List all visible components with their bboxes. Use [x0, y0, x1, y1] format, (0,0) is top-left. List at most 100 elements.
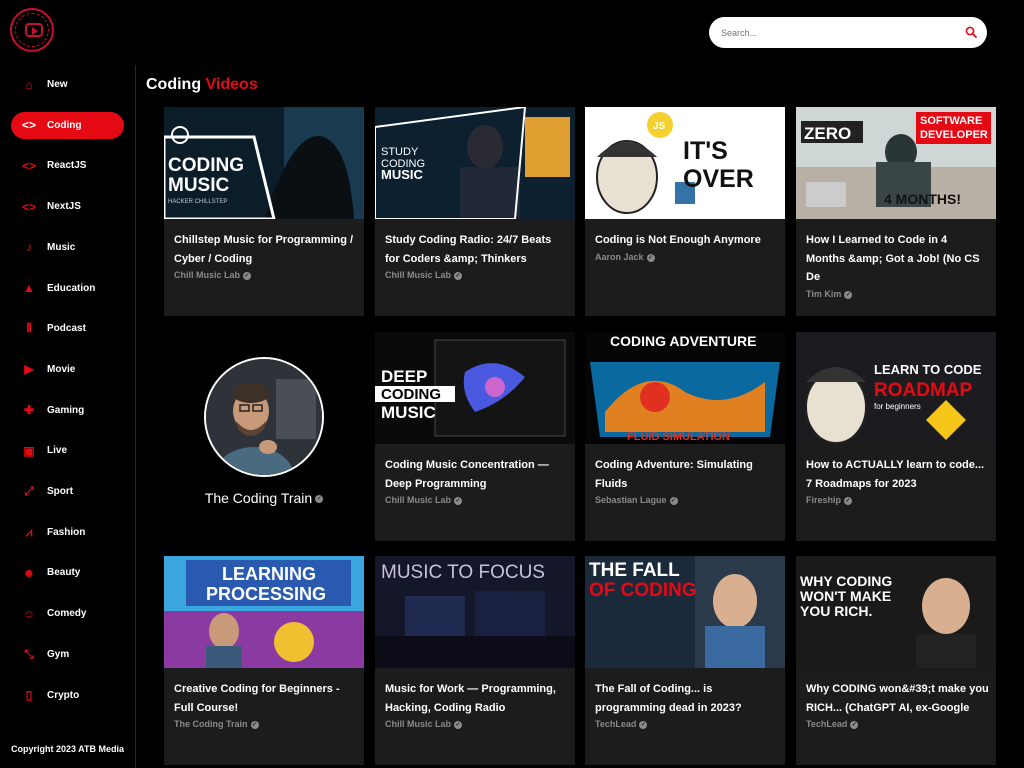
video-thumbnail[interactable]: WHY CODING WON'T MAKE YOU RICH.: [796, 556, 996, 668]
sidebar-item-sport[interactable]: ⤢ Sport: [11, 478, 124, 505]
video-title[interactable]: Coding Music Concentration — Deep Progra…: [385, 456, 568, 493]
video-card[interactable]: MUSIC TO FOCUS Music for Work — Programmi…: [375, 556, 575, 765]
video-card[interactable]: THE FALL OF CODING The Fall of Coding... …: [585, 556, 785, 765]
video-title[interactable]: How to ACTUALLY learn to code... 7 Roadm…: [806, 456, 989, 493]
sidebar-item-crypto[interactable]: ▯ Crypto: [11, 682, 124, 709]
person-avatar-illustration: [206, 359, 322, 475]
channel-label[interactable]: Tim Kim ✓: [806, 289, 853, 299]
video-title[interactable]: Coding is Not Enough Anymore: [595, 231, 778, 250]
video-card[interactable]: CODING MUSIC HACKER CHILLSTEP Chillstep M…: [164, 107, 364, 316]
channel-label[interactable]: Sebastian Lague ✓: [595, 495, 678, 505]
channel-name-text[interactable]: TechLead: [806, 719, 847, 729]
graduation-cap-icon: ▲: [23, 281, 35, 295]
sidebar-item-label: Live: [47, 445, 68, 457]
thumbnail-illustration: DEEP CODING MUSIC: [375, 332, 575, 444]
verified-check-icon: ✓: [850, 720, 859, 729]
channel-name-text[interactable]: Tim Kim: [806, 289, 841, 299]
channel-label[interactable]: Chill Music Lab ✓: [385, 719, 463, 729]
video-card[interactable]: ZERO SOFTWARE DEVELOPER 4 MONTHS! How I L…: [796, 107, 996, 316]
channel-label[interactable]: Chill Music Lab ✓: [385, 495, 463, 505]
channel-label[interactable]: TechLead ✓: [595, 719, 648, 729]
channel-label[interactable]: Aaron Jack ✓: [595, 252, 655, 262]
video-card[interactable]: LEARN TO CODE ROADMAP for beginners How t…: [796, 332, 996, 541]
verified-check-icon: ✓: [844, 496, 853, 505]
channel-label[interactable]: The Coding Train ✓: [174, 719, 259, 729]
video-card[interactable]: CODING ADVENTURE FLUID SIMULATION Coding …: [585, 332, 785, 541]
video-thumbnail[interactable]: THE FALL OF CODING: [585, 556, 785, 668]
search-bar[interactable]: [709, 17, 987, 48]
thumbnail-text: MUSIC: [381, 167, 424, 182]
sidebar-item-reactjs[interactable]: <> ReactJS: [11, 152, 124, 179]
live-tv-icon: ▣: [23, 443, 35, 458]
channel-name-text[interactable]: The Coding Train: [174, 719, 248, 729]
verified-check-icon: ✓: [315, 495, 324, 504]
sidebar-item-gaming[interactable]: ✚ Gaming: [11, 397, 124, 424]
thumbnail-text: CODING ADVENTURE: [610, 333, 757, 349]
video-card[interactable]: LEARNING PROCESSING Creative Coding for B…: [164, 556, 364, 765]
sidebar-item-beauty[interactable]: ☻ Beauty: [11, 559, 124, 586]
page-title-prefix: Coding: [146, 76, 202, 93]
video-card[interactable]: JS IT'S OVER Coding is Not Enough Anymore…: [585, 107, 785, 316]
channel-avatar[interactable]: [204, 357, 324, 477]
sidebar-item-fashion[interactable]: ⩘ Fashion: [11, 519, 124, 546]
sidebar-item-movie[interactable]: ▶ Movie: [11, 356, 124, 383]
channel-name-text[interactable]: Chill Music Lab: [385, 270, 451, 280]
video-thumbnail[interactable]: DEEP CODING MUSIC: [375, 332, 575, 444]
search-input[interactable]: [721, 25, 951, 41]
video-thumbnail[interactable]: STUDY CODING MUSIC: [375, 107, 575, 219]
channel-name-text[interactable]: Chill Music Lab: [174, 270, 240, 280]
video-card[interactable]: STUDY CODING MUSIC Study Coding Radio: 24…: [375, 107, 575, 316]
video-thumbnail[interactable]: LEARN TO CODE ROADMAP for beginners: [796, 332, 996, 444]
channel-label[interactable]: Chill Music Lab ✓: [385, 270, 463, 280]
video-card[interactable]: DEEP CODING MUSIC Coding Music Concentrat…: [375, 332, 575, 541]
search-icon[interactable]: [965, 26, 977, 38]
channel-name-text[interactable]: Fireship: [806, 495, 841, 505]
channel-label[interactable]: Chill Music Lab ✓: [174, 270, 252, 280]
sidebar-item-label: Sport: [47, 486, 74, 497]
currency-icon: ▯: [25, 688, 33, 702]
channel-name-text[interactable]: The Coding Train: [205, 490, 312, 506]
video-title[interactable]: How I Learned to Code in 4 Months &amp; …: [806, 231, 989, 287]
sidebar-item-podcast[interactable]: ⦀ Podcast: [11, 315, 124, 342]
video-thumbnail[interactable]: MUSIC TO FOCUS: [375, 556, 575, 668]
thumbnail-text: CODING: [168, 155, 244, 176]
channel-name-text[interactable]: Chill Music Lab: [385, 719, 451, 729]
video-thumbnail[interactable]: ZERO SOFTWARE DEVELOPER 4 MONTHS!: [796, 107, 996, 219]
thumbnail-text: CODING: [381, 386, 441, 403]
video-title[interactable]: The Fall of Coding... is programming dea…: [595, 680, 778, 717]
video-title[interactable]: Chillstep Music for Programming / Cyber …: [174, 231, 357, 268]
sidebar-item-comedy[interactable]: ☺ Comedy: [11, 600, 124, 627]
channel-label[interactable]: TechLead ✓: [806, 719, 859, 729]
channel-name-text[interactable]: Sebastian Lague: [595, 495, 667, 505]
channel-label[interactable]: Fireship ✓: [806, 495, 853, 505]
video-title[interactable]: Music for Work — Programming, Hacking, C…: [385, 680, 568, 717]
brand-logo[interactable]: [10, 8, 54, 52]
sidebar-item-coding[interactable]: <> Coding: [11, 111, 124, 139]
channel-name-text[interactable]: Aaron Jack: [595, 252, 644, 262]
thumbnail-text: HACKER CHILLSTEP: [168, 199, 227, 205]
video-thumbnail[interactable]: CODING ADVENTURE FLUID SIMULATION: [585, 332, 785, 444]
video-title[interactable]: Creative Coding for Beginners - Full Cou…: [174, 680, 357, 717]
video-title[interactable]: Coding Adventure: Simulating Fluids: [595, 456, 778, 493]
sidebar-item-music[interactable]: ♪ Music: [11, 234, 124, 261]
channel-name[interactable]: The Coding Train ✓: [164, 490, 364, 506]
dumbbell-icon: ⤡: [24, 646, 34, 661]
sidebar-item-nextjs[interactable]: <> NextJS: [11, 193, 124, 220]
sidebar-item-education[interactable]: ▲ Education: [11, 275, 124, 302]
channel-name-text[interactable]: Chill Music Lab: [385, 495, 451, 505]
sidebar-item-label: Movie: [47, 363, 76, 375]
video-title[interactable]: Study Coding Radio: 24/7 Beats for Coder…: [385, 231, 568, 268]
thumbnail-text: JS: [653, 121, 666, 132]
thumbnail-text: WON'T MAKE: [800, 588, 891, 604]
sidebar-item-live[interactable]: ▣ Live: [11, 437, 124, 464]
channel-card[interactable]: The Coding Train ✓: [164, 332, 364, 541]
video-thumbnail[interactable]: LEARNING PROCESSING: [164, 556, 364, 668]
video-thumbnail[interactable]: JS IT'S OVER: [585, 107, 785, 219]
video-card[interactable]: WHY CODING WON'T MAKE YOU RICH. Why CODIN…: [796, 556, 996, 765]
verified-check-icon: ✓: [250, 720, 259, 729]
sidebar-item-new[interactable]: ⌂ New: [11, 71, 124, 98]
video-title[interactable]: Why CODING won&#39;t make you RICH... (C…: [806, 680, 989, 717]
video-thumbnail[interactable]: CODING MUSIC HACKER CHILLSTEP: [164, 107, 364, 219]
sidebar-item-gym[interactable]: ⤡ Gym: [11, 641, 124, 668]
channel-name-text[interactable]: TechLead: [595, 719, 636, 729]
